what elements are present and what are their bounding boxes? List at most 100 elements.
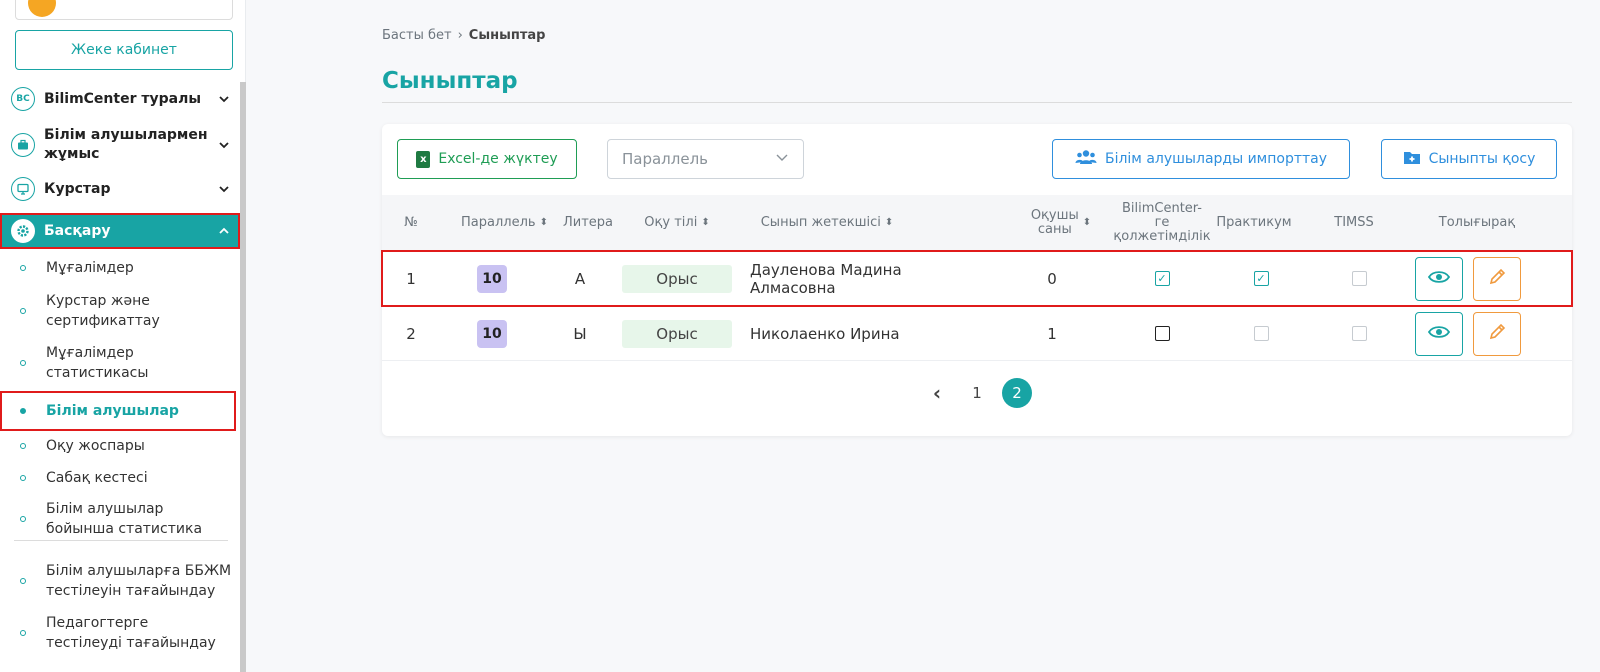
col-language-label: Оқу тілі <box>644 215 698 230</box>
col-access: BilimCenter-ге қолжетімділік <box>1112 195 1212 251</box>
menu-item-label: Білім алушылармен жұмыс <box>44 127 208 162</box>
bullet-icon <box>20 516 26 522</box>
submenu-assign-teacher-tests[interactable]: Педагогтерге тестілеуді тағайындау <box>0 612 236 654</box>
view-button[interactable] <box>1415 311 1463 356</box>
cell-teacher: Николаенко Ирина <box>750 324 900 343</box>
cell-practicum <box>1241 306 1281 361</box>
folder-plus-icon <box>1403 150 1421 169</box>
submenu-label: Сабақ кестесі <box>46 470 148 486</box>
col-access-line3: қолжетімділік <box>1113 229 1211 244</box>
submenu-label: Курстар және сертификаттау <box>46 293 160 329</box>
eye-icon <box>1427 325 1451 343</box>
cell-actions <box>1412 306 1524 361</box>
parallel-badge: 10 <box>477 319 507 348</box>
col-teacher-label: Сынып жетекшісі <box>760 215 881 230</box>
access-checkbox[interactable] <box>1154 326 1170 341</box>
sort-icon: ⬍ <box>1082 217 1092 228</box>
table-row: 1 10 А Орыс Дауленова Мадина Алмасовна 0… <box>381 250 1573 307</box>
practicum-checkbox[interactable] <box>1253 326 1269 341</box>
submenu-schedule[interactable]: Сабақ кестесі <box>0 467 236 489</box>
cell-parallel: 10 <box>467 251 517 306</box>
submenu-label: Білім алушылар бойынша статистика <box>46 501 203 537</box>
bullet-icon <box>20 475 26 481</box>
bullet-icon <box>20 578 26 584</box>
col-access-line1: BilimCenter- <box>1121 201 1202 216</box>
bullet-icon <box>20 360 26 366</box>
breadcrumb-home-link[interactable]: Басты бет <box>382 28 452 43</box>
cell-access <box>1142 306 1182 361</box>
table-row: 2 10 Ы Орыс Николаенко Ирина 1 <box>382 306 1572 361</box>
edit-button[interactable] <box>1473 311 1521 356</box>
timss-checkbox[interactable] <box>1351 326 1367 341</box>
add-class-button[interactable]: Сыныпты қосу <box>1381 139 1557 179</box>
menu-item-management[interactable]: Басқару <box>0 213 240 249</box>
col-parallel-label: Параллель <box>461 215 536 230</box>
cell-language: Орыс <box>622 306 732 361</box>
excel-icon: x <box>416 150 431 168</box>
parallel-select[interactable]: Параллель <box>607 139 804 179</box>
submenu-label: Мұғалімдер <box>46 260 134 276</box>
menu-item-label: BilimCenter туралы <box>44 90 201 107</box>
page-2-button[interactable]: 2 <box>1002 378 1032 408</box>
col-teacher[interactable]: Сынып жетекшісі ⬍ <box>752 195 902 251</box>
add-class-label: Сыныпты қосу <box>1428 151 1536 167</box>
cell-students-count: 0 <box>1047 269 1057 288</box>
gear-icon <box>11 219 35 243</box>
excel-export-label: Excel-де жүктеу <box>438 151 558 167</box>
view-button[interactable] <box>1415 256 1463 301</box>
timss-checkbox[interactable] <box>1351 271 1367 286</box>
sidebar-scrollbar[interactable] <box>240 82 246 672</box>
chevron-down-icon <box>216 91 232 107</box>
bullet-icon <box>20 308 26 314</box>
edit-button[interactable] <box>1473 256 1521 301</box>
import-students-label: Білім алушыларды импорттау <box>1104 151 1328 167</box>
import-students-button[interactable]: Білім алушыларды импорттау <box>1052 139 1350 179</box>
cell-num: 1 <box>406 269 416 288</box>
bullet-icon <box>20 630 26 636</box>
col-parallel[interactable]: Параллель ⬍ <box>457 195 552 251</box>
submenu-label: Педагогтерге тестілеуді тағайындау <box>46 615 216 651</box>
submenu-courses-certification[interactable]: Курстар және сертификаттау <box>0 290 236 332</box>
cell-letter: Ы <box>573 324 587 343</box>
bc-logo-icon: BC <box>11 87 35 111</box>
menu-item-about[interactable]: BC BilimCenter туралы <box>0 87 240 111</box>
submenu-study-plan[interactable]: Оқу жоспары <box>0 435 236 457</box>
access-checkbox[interactable]: ✓ <box>1154 271 1170 286</box>
submenu-students[interactable]: Білім алушылар <box>0 391 236 431</box>
prev-page-button[interactable]: ‹ <box>922 378 952 408</box>
profile-box[interactable] <box>15 0 233 20</box>
divider <box>14 540 228 541</box>
submenu-assign-bbzhm[interactable]: Білім алушыларға ББЖМ тестілеуін тағайын… <box>0 560 236 602</box>
page-1-button[interactable]: 1 <box>962 378 992 408</box>
submenu-student-stats[interactable]: Білім алушылар бойынша статистика <box>0 498 236 540</box>
personal-cabinet-button[interactable]: Жеке кабинет <box>15 30 233 70</box>
col-access-line2: ге <box>1154 215 1170 230</box>
col-letter: Литера <box>562 215 613 230</box>
submenu-label: Оқу жоспары <box>46 438 145 454</box>
excel-export-button[interactable]: x Excel-де жүктеу <box>397 139 577 179</box>
menu-item-students-work[interactable]: Білім алушылармен жұмыс <box>0 126 240 164</box>
col-students-line1: Оқушы <box>1030 208 1079 223</box>
eye-icon <box>1427 270 1451 288</box>
col-timss: TIMSS <box>1334 215 1374 230</box>
col-language[interactable]: Оқу тілі ⬍ <box>622 195 732 251</box>
submenu-teacher-stats[interactable]: Мұғалімдер статистикасы <box>0 342 236 384</box>
menu-item-courses[interactable]: Курстар <box>0 177 240 201</box>
submenu-label: Білім алушыларға ББЖМ тестілеуін тағайын… <box>46 563 232 599</box>
chevron-down-icon <box>216 181 232 197</box>
practicum-checkbox[interactable]: ✓ <box>1253 271 1269 286</box>
submenu-label: Білім алушылар <box>46 403 179 419</box>
col-practicum: Практикум <box>1216 215 1292 230</box>
pencil-icon <box>1487 322 1507 346</box>
bullet-icon <box>20 265 26 271</box>
cell-access: ✓ <box>1142 251 1182 306</box>
table-header: № Параллель ⬍ Литера Оқу тілі ⬍ Сынып жете… <box>382 195 1572 251</box>
col-students-count[interactable]: Оқушы саны ⬍ <box>1022 195 1100 251</box>
sort-icon: ⬍ <box>539 217 548 228</box>
parallel-badge: 10 <box>477 264 507 293</box>
bullet-icon <box>20 443 26 449</box>
divider <box>382 102 1572 103</box>
submenu-teachers[interactable]: Мұғалімдер <box>0 257 236 279</box>
classes-card: x Excel-де жүктеу Параллель Білім алушыл… <box>381 124 1573 436</box>
col-num: № <box>404 215 418 230</box>
